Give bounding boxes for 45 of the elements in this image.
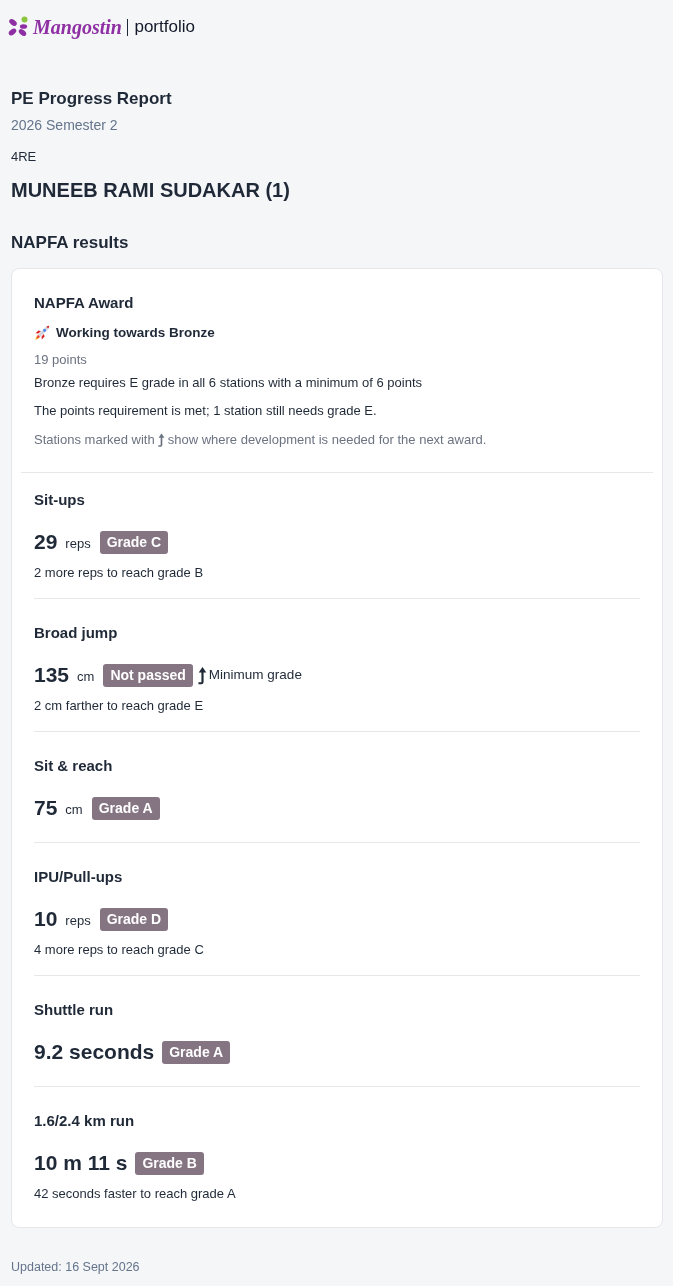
result-unit: cm xyxy=(65,801,83,819)
student-name: MUNEEB RAMI SUDAKAR (1) xyxy=(11,178,291,203)
updated-date: Updated: 16 Sept 2026 xyxy=(11,1259,141,1275)
class-label: 4RE xyxy=(11,148,38,166)
requirement-text: Bronze requires E grade in all 6 stations with a minimum of 6 points xyxy=(34,374,424,392)
result-value: 75 xyxy=(34,795,58,821)
station-title: Sit & reach xyxy=(34,756,114,776)
improvement-hint: 2 cm farther to reach grade E xyxy=(34,697,205,715)
result-value: 10 m 11 s xyxy=(34,1150,128,1176)
section-title: NAPFA results xyxy=(11,232,130,254)
points-total: 19 points xyxy=(34,351,88,369)
legend-text: Stations marked with xyxy=(34,431,155,449)
improvement-hint: 42 seconds faster to reach grade A xyxy=(34,1185,237,1203)
station-title: Broad jump xyxy=(34,623,119,643)
progress-text: The points requirement is met; 1 station still needs grade E. xyxy=(34,402,378,420)
rocket-icon xyxy=(34,325,50,341)
station-title: 1.6/2.4 km run xyxy=(34,1111,136,1131)
result-unit: reps xyxy=(65,535,91,553)
award-title: NAPFA Award xyxy=(34,293,135,313)
grade-badge: Grade A xyxy=(162,1040,231,1064)
station-title: Shuttle run xyxy=(34,1000,115,1020)
result-unit: cm xyxy=(77,668,95,686)
brand-name: Mangostin xyxy=(33,15,122,39)
grade-badge: Grade D xyxy=(99,907,169,931)
development-label: Minimum grade xyxy=(208,666,302,684)
legend-text: show where development is needed for the next award. xyxy=(167,431,487,449)
award-status: Working towards Bronze xyxy=(56,324,215,342)
bent-arrow-icon xyxy=(157,433,165,447)
product-name: portfolio xyxy=(134,16,195,38)
improvement-hint: 2 more reps to reach grade B xyxy=(34,564,205,582)
result-value: 135 xyxy=(34,662,70,688)
term-label: 2026 Semester 2 xyxy=(11,116,119,134)
grade-badge: Grade A xyxy=(91,796,160,820)
grade-badge: Grade B xyxy=(135,1151,204,1175)
result-value: 10 xyxy=(34,906,58,932)
grade-badge: Not passed xyxy=(103,663,193,687)
station-title: IPU/Pull-ups xyxy=(34,867,124,887)
improvement-hint: 4 more reps to reach grade C xyxy=(34,941,205,959)
flower-logo-icon xyxy=(7,16,29,38)
result-unit: reps xyxy=(65,912,91,930)
grade-badge: Grade C xyxy=(99,530,169,554)
result-value: 9.2 seconds xyxy=(34,1039,155,1065)
station-title: Sit-ups xyxy=(34,490,86,510)
report-title: PE Progress Report xyxy=(11,88,173,110)
result-value: 29 xyxy=(34,529,58,555)
